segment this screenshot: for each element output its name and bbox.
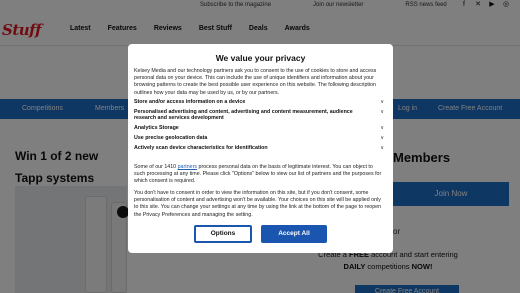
- options-button[interactable]: Options: [194, 225, 252, 243]
- purpose-item[interactable]: Actively scan device characteristics for…: [134, 145, 384, 152]
- chevron-down-icon[interactable]: ∨: [380, 145, 384, 152]
- chevron-down-icon[interactable]: ∨: [380, 99, 384, 106]
- consent-intro-text: Kelsey Media and our technology partners…: [134, 68, 377, 96]
- purpose-item[interactable]: Personalised advertising and content, ad…: [134, 109, 384, 122]
- dialog-title: We value your privacy: [215, 53, 306, 63]
- accept-all-button[interactable]: Accept All: [261, 225, 327, 243]
- purpose-item[interactable]: Analytics Storage ∨: [134, 125, 384, 132]
- no-consent-text: You don't have to consent in order to vi…: [134, 190, 382, 218]
- partners-link[interactable]: partners: [178, 164, 197, 170]
- purpose-item[interactable]: Store and/or access information on a dev…: [134, 99, 384, 106]
- partners-text: Some of our 1410 partners process person…: [134, 164, 382, 185]
- chevron-down-icon[interactable]: ∨: [380, 109, 384, 116]
- chevron-down-icon[interactable]: ∨: [380, 125, 384, 132]
- purpose-item[interactable]: Use precise geolocation data ∨: [134, 135, 384, 142]
- purpose-list: Store and/or access information on a dev…: [134, 99, 384, 155]
- privacy-consent-dialog: We value your privacy Kelsey Media and o…: [128, 44, 393, 253]
- chevron-down-icon[interactable]: ∨: [380, 135, 384, 142]
